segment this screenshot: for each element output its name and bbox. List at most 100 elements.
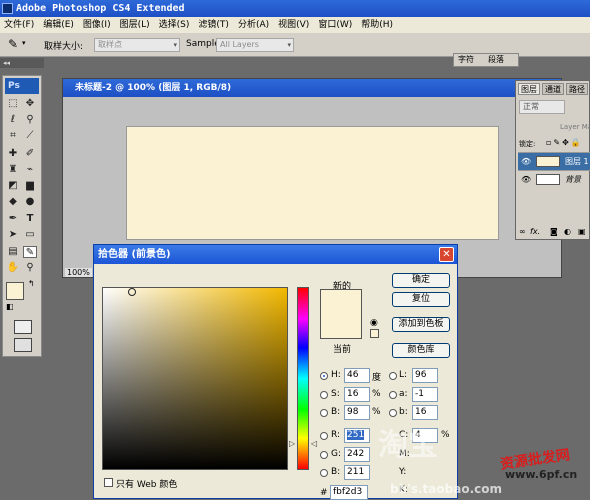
default-colors-icon[interactable]: ◧: [6, 302, 14, 311]
menu-filter[interactable]: 滤镜(T): [198, 17, 229, 33]
brightness-field[interactable]: 98: [344, 405, 370, 420]
lasso-tool-icon[interactable]: ℓ: [6, 114, 20, 126]
hue-slider-left-arrow-icon[interactable]: ▷: [289, 439, 295, 448]
ok-button[interactable]: 确定: [392, 273, 450, 288]
hue-radio[interactable]: [320, 372, 328, 380]
saturation-field[interactable]: 16: [344, 387, 370, 402]
screen-mode-icon[interactable]: [14, 338, 32, 352]
color-libraries-button[interactable]: 颜色库: [392, 343, 450, 358]
document-canvas[interactable]: [126, 126, 499, 240]
green-field[interactable]: 242: [344, 447, 370, 462]
zoom-tool-icon[interactable]: ⚲: [23, 262, 37, 274]
menu-image[interactable]: 图像(I): [83, 17, 111, 33]
red-radio[interactable]: [320, 432, 328, 440]
layer-row[interactable]: 👁 图层 1: [518, 152, 590, 170]
blend-mode-dropdown[interactable]: 正常: [519, 100, 565, 114]
hex-field[interactable]: fbf2d3: [330, 485, 368, 500]
zoom-level[interactable]: 100%: [65, 268, 92, 277]
chevron-down-icon[interactable]: ▾: [22, 39, 26, 47]
reset-button[interactable]: 复位: [392, 292, 450, 307]
saturation-radio[interactable]: [320, 391, 328, 399]
tools-panel-collapse[interactable]: ◂◂: [0, 58, 44, 68]
menu-select[interactable]: 选择(S): [159, 17, 190, 33]
close-icon[interactable]: ✕: [439, 247, 454, 262]
hex-label: #: [320, 488, 328, 498]
crop-tool-icon[interactable]: ⌗: [6, 130, 20, 142]
menu-window[interactable]: 窗口(W): [318, 17, 352, 33]
lab-a-radio[interactable]: [389, 391, 397, 399]
document-title[interactable]: 未标题-2 @ 100% (图层 1, RGB/8): [63, 79, 561, 97]
hue-field[interactable]: 46: [344, 368, 370, 383]
lab-a-field[interactable]: -1: [412, 387, 438, 402]
lab-b-radio[interactable]: [389, 409, 397, 417]
path-selection-tool-icon[interactable]: ➤: [6, 229, 20, 241]
new-layer-icon[interactable]: ▣: [578, 227, 586, 236]
web-safe-swatch[interactable]: [370, 329, 379, 338]
menu-view[interactable]: 视图(V): [278, 17, 309, 33]
type-tool-icon[interactable]: T: [23, 213, 37, 225]
layer-mask-icon[interactable]: ◙: [550, 227, 558, 236]
tab-channels[interactable]: 通道: [542, 83, 564, 95]
history-brush-tool-icon[interactable]: ⌁: [23, 164, 37, 176]
lab-l-radio[interactable]: [389, 372, 397, 380]
brush-tool-icon[interactable]: ✐: [23, 148, 37, 160]
eye-icon[interactable]: 👁: [521, 153, 531, 171]
saturation-unit: %: [372, 389, 381, 399]
eye-icon[interactable]: 👁: [521, 171, 531, 189]
layer-effects-button[interactable]: fx.: [530, 227, 540, 236]
magic-wand-tool-icon[interactable]: ⚲: [23, 114, 37, 126]
add-to-swatches-button[interactable]: 添加到色板: [392, 317, 450, 332]
sample-layers-dropdown[interactable]: All Layers ▾: [216, 38, 294, 52]
quick-mask-icon[interactable]: [14, 320, 32, 334]
adjustment-layer-icon[interactable]: ◐: [564, 227, 571, 236]
swap-colors-icon[interactable]: ↰: [28, 279, 35, 288]
lab-b-field[interactable]: 16: [412, 405, 438, 420]
shape-tool-icon[interactable]: ▭: [23, 229, 37, 241]
dodge-tool-icon[interactable]: ●: [23, 196, 37, 208]
slice-tool-icon[interactable]: ⟋: [23, 130, 37, 142]
link-layers-icon[interactable]: ∞: [519, 227, 526, 236]
pen-tool-icon[interactable]: ✒: [6, 213, 20, 225]
saturation-label: S:: [331, 389, 340, 399]
out-of-gamut-icon[interactable]: ◉: [370, 318, 378, 328]
menu-file[interactable]: 文件(F): [4, 17, 34, 33]
red-field[interactable]: 251: [344, 428, 370, 443]
sample-size-dropdown[interactable]: 取样点 ▾: [94, 38, 180, 52]
move-tool-icon[interactable]: ✥: [23, 98, 37, 110]
web-only-checkbox[interactable]: [104, 478, 113, 487]
spot-healing-tool-icon[interactable]: ✚: [6, 148, 20, 160]
watermark-site: bb's.taobao.com: [390, 482, 502, 496]
clone-stamp-tool-icon[interactable]: ♜: [6, 164, 20, 176]
menu-help[interactable]: 帮助(H): [361, 17, 393, 33]
menu-layer[interactable]: 图层(L): [120, 17, 150, 33]
hue-slider-right-arrow-icon[interactable]: ◁: [311, 439, 317, 448]
eyedropper-tool-icon[interactable]: ✎: [23, 246, 37, 258]
lab-l-field[interactable]: 96: [412, 368, 438, 383]
saturation-brightness-field[interactable]: [102, 287, 288, 470]
hue-slider[interactable]: [297, 287, 309, 470]
foreground-color-swatch[interactable]: [6, 282, 24, 300]
current-color-swatch[interactable]: [320, 314, 362, 339]
tab-paragraph[interactable]: 段落: [488, 54, 504, 66]
tab-layers[interactable]: 图层: [518, 83, 540, 95]
tab-paths[interactable]: 路径: [566, 83, 588, 95]
lock-icons[interactable]: ▫✎✥🔒: [546, 138, 583, 147]
hand-tool-icon[interactable]: ✋: [6, 262, 20, 274]
gradient-tool-icon[interactable]: ▆: [23, 180, 37, 192]
notes-tool-icon[interactable]: ▤: [6, 246, 20, 258]
marquee-tool-icon[interactable]: ⬚: [6, 98, 20, 110]
color-marker[interactable]: [128, 288, 136, 296]
tab-character[interactable]: 字符: [458, 54, 474, 66]
menu-analysis[interactable]: 分析(A): [238, 17, 269, 33]
layers-panel: 图层 通道 路径 正常 Layer Ma 锁定: ▫✎✥🔒 👁 图层 1 👁 背…: [515, 80, 590, 240]
blue-radio[interactable]: [320, 469, 328, 477]
menu-edit[interactable]: 编辑(E): [43, 17, 74, 33]
blur-tool-icon[interactable]: ◆: [6, 196, 20, 208]
lab-a-label: a:: [399, 389, 408, 399]
eyedropper-tool-preset-icon[interactable]: ✎: [8, 37, 18, 51]
layer-row[interactable]: 👁 背景: [518, 170, 590, 188]
blue-field[interactable]: 211: [344, 465, 370, 480]
brightness-radio[interactable]: [320, 409, 328, 417]
eraser-tool-icon[interactable]: ◩: [6, 180, 20, 192]
green-radio[interactable]: [320, 451, 328, 459]
